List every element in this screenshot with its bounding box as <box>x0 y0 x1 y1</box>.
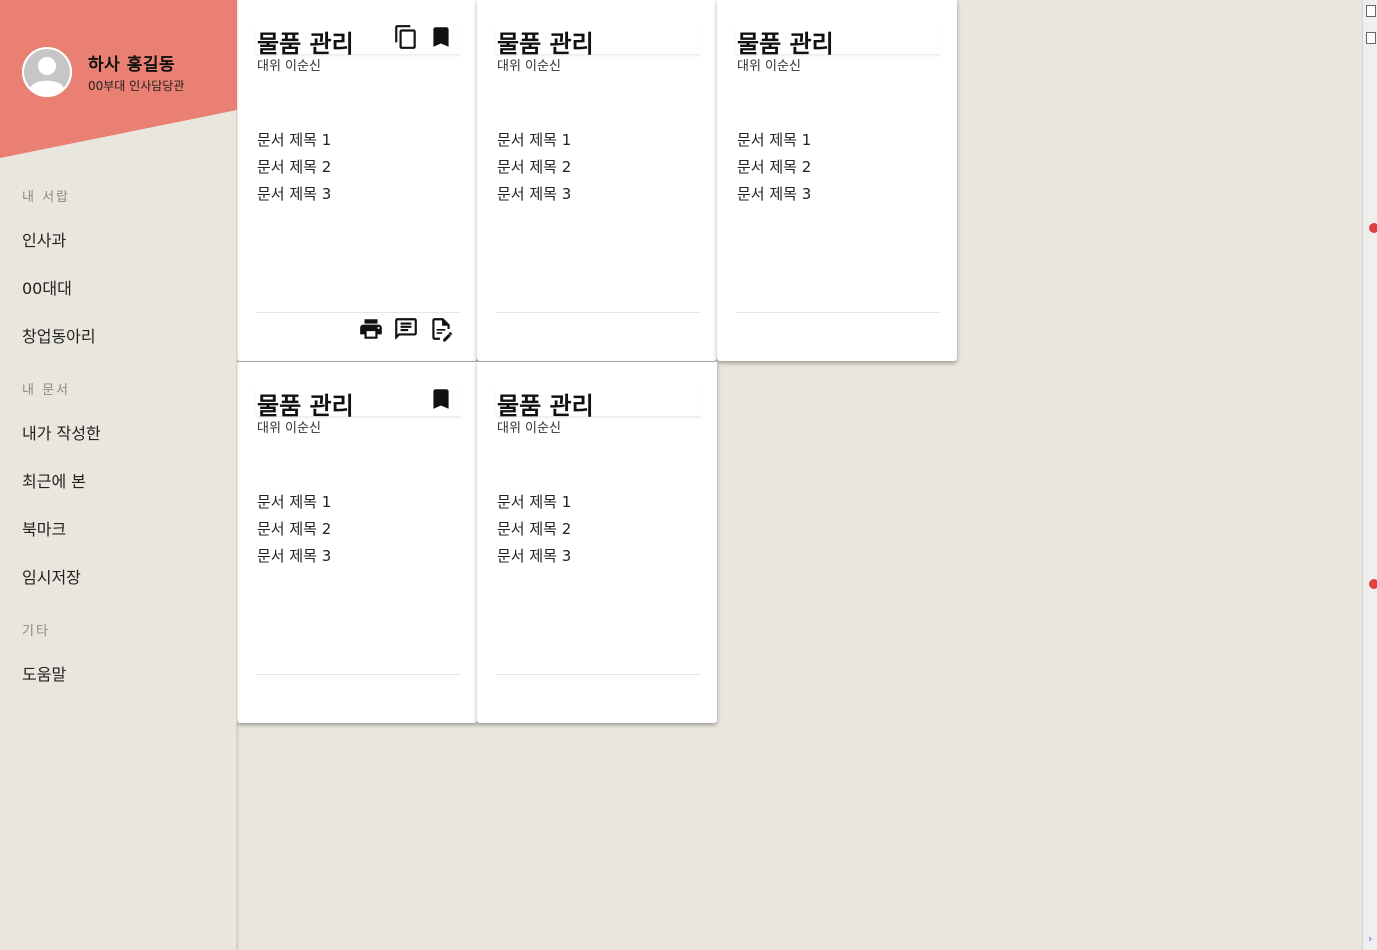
card-divider <box>256 674 461 675</box>
side-panel-strip: › <box>1362 0 1377 950</box>
document-item[interactable]: 문서 제목 3 <box>497 184 571 211</box>
document-card[interactable]: 물품 관리 대위 이순신 문서 제목 1 문서 제목 2 문서 제목 3 <box>477 0 717 361</box>
document-item[interactable]: 문서 제목 2 <box>497 157 571 184</box>
card-divider <box>496 312 701 313</box>
document-item[interactable]: 문서 제목 1 <box>257 130 331 157</box>
document-item[interactable]: 문서 제목 1 <box>257 492 331 519</box>
document-item[interactable]: 문서 제목 2 <box>737 157 811 184</box>
document-item[interactable]: 문서 제목 1 <box>497 130 571 157</box>
profile-banner: 하사 홍길동 00부대 인사담당관 <box>0 0 237 160</box>
nav-item-battalion[interactable]: 00대대 <box>22 275 72 299</box>
nav-section-library: 내 서랍 <box>22 190 71 205</box>
nav-section-documents: 내 문서 <box>22 383 71 398</box>
sidebar: 하사 홍길동 00부대 인사담당관 내 서랍 인사과 00대대 창업동아리 내 … <box>0 0 237 950</box>
nav-item-authored[interactable]: 내가 작성한 <box>22 420 101 444</box>
card-divider <box>736 312 941 313</box>
document-item[interactable]: 문서 제목 2 <box>257 157 331 184</box>
card-author: 대위 이순신 <box>497 421 561 436</box>
card-header: 물품 관리 <box>736 24 941 58</box>
card-title: 물품 관리 <box>737 30 834 58</box>
document-card[interactable]: 물품 관리 대위 이순신 문서 제목 1 문서 제목 2 문서 제목 3 <box>237 362 477 723</box>
nav-item-recent[interactable]: 최근에 본 <box>22 468 86 492</box>
document-card[interactable]: 물품 관리 대위 이순신 문서 제목 1 문서 제목 2 문서 제목 3 <box>717 0 957 361</box>
chevron-right-icon[interactable]: › <box>1368 932 1372 945</box>
nav-item-startup-club[interactable]: 창업동아리 <box>22 323 96 347</box>
panel-toggle-icon[interactable] <box>1366 5 1376 17</box>
comment-icon[interactable] <box>393 316 419 342</box>
document-item[interactable]: 문서 제목 1 <box>737 130 811 157</box>
document-card[interactable]: 물품 관리 대위 이순신 문서 제목 1 문서 제목 2 문서 제목 3 <box>477 362 717 723</box>
bookmark-icon[interactable] <box>428 386 454 412</box>
card-title: 물품 관리 <box>497 30 594 58</box>
card-title: 물품 관리 <box>497 392 594 420</box>
nav-item-personnel[interactable]: 인사과 <box>22 227 66 251</box>
card-divider <box>256 312 461 313</box>
profile-role: 00부대 인사담당관 <box>88 79 185 93</box>
avatar[interactable] <box>22 47 72 97</box>
document-list: 문서 제목 1 문서 제목 2 문서 제목 3 <box>737 130 811 211</box>
document-item[interactable]: 문서 제목 3 <box>257 184 331 211</box>
error-icon <box>1369 579 1377 589</box>
card-author: 대위 이순신 <box>497 59 561 74</box>
card-title: 물품 관리 <box>257 30 354 58</box>
card-divider <box>496 674 701 675</box>
bookmark-icon[interactable] <box>428 24 454 50</box>
document-item[interactable]: 문서 제목 3 <box>737 184 811 211</box>
copy-icon[interactable] <box>393 24 419 50</box>
profile-name: 하사 홍길동 <box>88 55 176 75</box>
card-author: 대위 이순신 <box>737 59 801 74</box>
document-list: 문서 제목 1 문서 제목 2 문서 제목 3 <box>497 130 571 211</box>
card-header: 물품 관리 <box>496 24 701 58</box>
document-list: 문서 제목 1 문서 제목 2 문서 제목 3 <box>257 130 331 211</box>
card-header: 물품 관리 <box>496 386 701 420</box>
nav-item-drafts[interactable]: 임시저장 <box>22 564 81 588</box>
document-item[interactable]: 문서 제목 2 <box>497 519 571 546</box>
nav-section-other: 기타 <box>22 624 50 639</box>
nav-item-help[interactable]: 도움말 <box>22 661 66 685</box>
nav-item-bookmarks[interactable]: 북마크 <box>22 516 66 540</box>
card-author: 대위 이순신 <box>257 421 321 436</box>
document-item[interactable]: 문서 제목 3 <box>257 546 331 573</box>
document-list: 문서 제목 1 문서 제목 2 문서 제목 3 <box>497 492 571 573</box>
panel-dock-icon[interactable] <box>1366 32 1376 44</box>
document-item[interactable]: 문서 제목 3 <box>497 546 571 573</box>
error-icon <box>1369 223 1377 233</box>
edit-document-icon[interactable] <box>428 316 454 342</box>
card-author: 대위 이순신 <box>257 59 321 74</box>
document-card[interactable]: 물품 관리 대위 이순신 문서 제목 1 문서 제목 2 문서 제목 3 <box>237 0 477 361</box>
print-icon[interactable] <box>358 316 384 342</box>
user-avatar-icon <box>22 47 72 97</box>
document-item[interactable]: 문서 제목 1 <box>497 492 571 519</box>
document-item[interactable]: 문서 제목 2 <box>257 519 331 546</box>
card-title: 물품 관리 <box>257 392 354 420</box>
document-list: 문서 제목 1 문서 제목 2 문서 제목 3 <box>257 492 331 573</box>
